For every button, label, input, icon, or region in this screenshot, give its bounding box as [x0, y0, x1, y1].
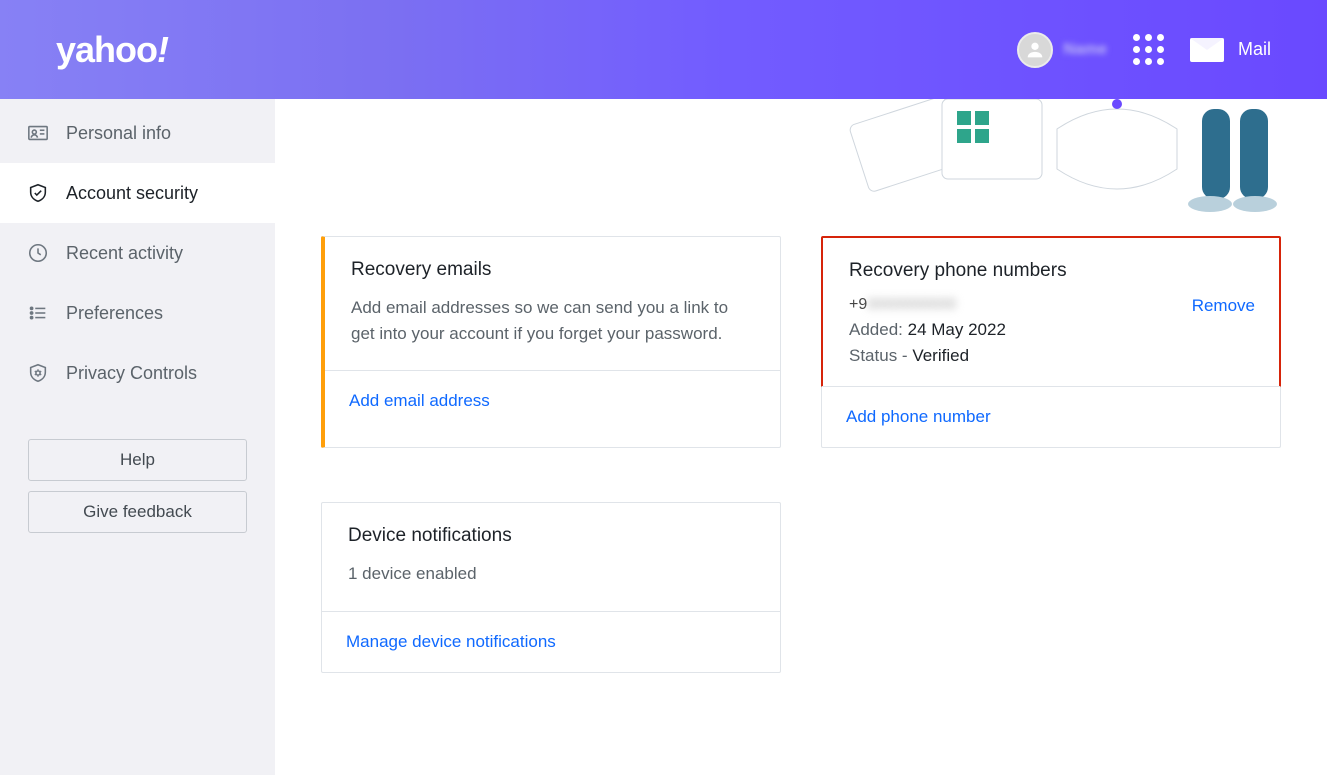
mail-link[interactable]: Mail	[1190, 38, 1271, 62]
add-email-link[interactable]: Add email address	[349, 391, 490, 410]
apps-launcher-icon[interactable]	[1133, 34, 1164, 65]
status-line: Status - Verified	[849, 346, 1006, 366]
card-title: Recovery phone numbers	[849, 260, 1255, 282]
help-button[interactable]: Help	[28, 439, 247, 481]
sidebar-item-label: Recent activity	[66, 243, 183, 264]
gear-shield-icon	[26, 361, 50, 385]
sidebar-item-label: Preferences	[66, 303, 163, 324]
card-title: Recovery emails	[351, 259, 756, 281]
mail-label: Mail	[1238, 39, 1271, 60]
logo-text: yahoo	[56, 29, 157, 70]
sidebar-item-label: Account security	[66, 183, 198, 204]
device-notifications-card: Device notifications 1 device enabled Ma…	[321, 502, 781, 673]
yahoo-logo[interactable]: yahoo!	[56, 29, 168, 71]
user-name: Name	[1063, 41, 1107, 59]
header: yahoo! Name Mail	[0, 0, 1327, 99]
phone-number: +90000000000	[849, 296, 956, 313]
clock-icon	[26, 241, 50, 265]
mail-icon	[1190, 38, 1224, 62]
sidebar-item-privacy-controls[interactable]: Privacy Controls	[0, 343, 275, 403]
sidebar-item-label: Personal info	[66, 123, 171, 144]
sidebar-item-account-security[interactable]: Account security	[0, 163, 275, 223]
recovery-emails-card: Recovery emails Add email addresses so w…	[321, 236, 781, 448]
recovery-phones-card: Recovery phone numbers +90000000000 Adde…	[821, 236, 1281, 388]
sidebar-item-personal-info[interactable]: Personal info	[0, 103, 275, 163]
sidebar: Personal info Account security Recent ac…	[0, 99, 275, 775]
card-description: Add email addresses so we can send you a…	[351, 295, 756, 346]
sidebar-item-preferences[interactable]: Preferences	[0, 283, 275, 343]
avatar-icon	[1017, 32, 1053, 68]
feedback-button[interactable]: Give feedback	[28, 491, 247, 533]
id-card-icon	[26, 121, 50, 145]
shield-icon	[26, 181, 50, 205]
manage-notifications-link[interactable]: Manage device notifications	[346, 632, 556, 651]
remove-phone-link[interactable]: Remove	[1192, 296, 1255, 316]
add-phone-link[interactable]: Add phone number	[846, 407, 991, 426]
recovery-phones-action: Add phone number	[821, 386, 1281, 448]
account-menu[interactable]: Name	[1017, 32, 1107, 68]
card-description: 1 device enabled	[348, 561, 756, 587]
list-icon	[26, 301, 50, 325]
logo-bang: !	[157, 29, 168, 70]
added-line: Added: 24 May 2022	[849, 320, 1006, 340]
card-title: Device notifications	[348, 525, 756, 547]
sidebar-item-label: Privacy Controls	[66, 363, 197, 384]
sidebar-item-recent-activity[interactable]: Recent activity	[0, 223, 275, 283]
